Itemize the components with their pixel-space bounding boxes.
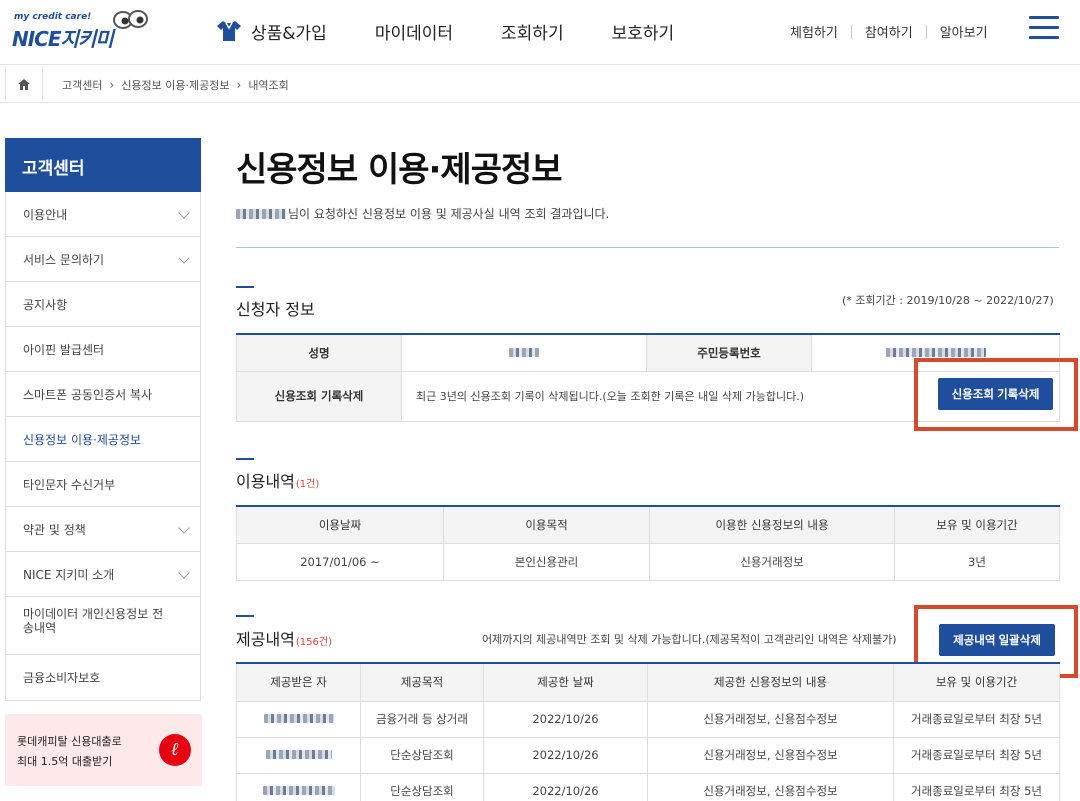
provision-header: 제공한 날짜 xyxy=(483,662,648,702)
sidebar-title: 고객센터 xyxy=(5,138,201,192)
rrn-label: 주민등록번호 xyxy=(646,333,812,372)
provision-header: 보유 및 이용기간 xyxy=(893,662,1060,702)
divider xyxy=(850,24,852,39)
gnb-protect[interactable]: 보호하기 xyxy=(612,19,675,44)
divider xyxy=(236,247,1059,248)
usage-section-title: 이용내역(1건) xyxy=(236,472,320,491)
table-row: 2017/01/06 ~ 본인신용관리 신용거래정보 3년 xyxy=(236,542,1060,581)
util-experience[interactable]: 체험하기 xyxy=(790,22,838,41)
provision-note: 어제까지의 제공내역만 조회 및 삭제 가능합니다.(제공목적이 고객관리인 내… xyxy=(482,633,897,646)
redacted-rrn xyxy=(885,347,986,357)
sidebar-item-notice[interactable]: 공지사항 xyxy=(6,282,200,327)
gnb-inquiry[interactable]: 조회하기 xyxy=(501,19,564,44)
breadcrumb-customer-center[interactable]: 고객센터 xyxy=(62,77,102,93)
section-marker xyxy=(236,458,254,460)
chevron-down-icon xyxy=(178,567,190,579)
utility-links: 체험하기 참여하기 알아보기 xyxy=(790,22,988,41)
breadcrumb-credit-info[interactable]: 신용정보 이용·제공정보 xyxy=(121,77,229,93)
usage-table: 이용날짜 이용목적 이용한 신용정보의 내용 보유 및 이용기간 2017/01… xyxy=(236,505,1060,581)
chevron-right-icon: › xyxy=(109,78,115,92)
provision-header: 제공한 신용정보의 내용 xyxy=(647,662,894,702)
name-value xyxy=(401,333,647,372)
logo-eyes-icon xyxy=(113,10,148,29)
chevron-down-icon xyxy=(178,522,190,534)
home-icon xyxy=(18,78,30,90)
section-marker xyxy=(236,286,254,288)
nice-jikimi-logo[interactable]: my credit care! NICE지키미 xyxy=(12,8,148,52)
lotte-logo-icon: ℓ xyxy=(159,734,191,766)
provision-header: 제공목적 xyxy=(360,662,484,702)
chevron-down-icon xyxy=(178,207,190,219)
query-period: (* 조회기간 : 2019/10/28 ~ 2022/10/27) xyxy=(842,294,1054,307)
gnb-mydata[interactable]: 마이데이터 xyxy=(375,19,453,44)
sidebar-menu: 이용안내 서비스 문의하기 공지사항 아이핀 발급센터 스마트폰 공동인증서 복… xyxy=(5,192,201,701)
breadcrumb-history[interactable]: 내역조회 xyxy=(248,77,288,93)
breadcrumb: 고객센터 › 신용정보 이용·제공정보 › 내역조회 xyxy=(0,66,1080,103)
site-header: my credit care! NICE지키미 상품&가입 마이데이터 조회하기… xyxy=(0,0,1080,65)
intro-text: 님이 요청하신 신용정보 이용 및 제공사실 내역 조회 결과입니다. xyxy=(236,205,609,222)
util-participate[interactable]: 참여하기 xyxy=(865,22,913,41)
sidebar-item-sms-block[interactable]: 타인문자 수신거부 xyxy=(6,462,200,507)
chevron-down-icon xyxy=(178,252,190,264)
delete-record-label: 신용조회 기록삭제 xyxy=(236,370,402,422)
usage-header: 이용날짜 xyxy=(236,505,444,544)
sidebar-item-guide[interactable]: 이용안내 xyxy=(6,192,200,237)
sidebar-item-cert-copy[interactable]: 스마트폰 공동인증서 복사 xyxy=(6,372,200,417)
page-title: 신용정보 이용·제공정보 xyxy=(236,150,563,190)
name-label: 성명 xyxy=(236,333,402,372)
global-nav: 상품&가입 마이데이터 조회하기 보호하기 xyxy=(215,16,722,46)
gnb-products[interactable]: 상품&가입 xyxy=(215,19,327,44)
highlight-box xyxy=(914,358,1078,431)
section-marker xyxy=(236,615,254,617)
home-button[interactable] xyxy=(5,66,43,102)
redacted-recipient xyxy=(262,786,335,795)
sidebar-item-about[interactable]: NICE 지키미 소개 xyxy=(6,552,200,597)
table-row: 금융거래 등 상거래 2022/10/26 신용거래정보, 신용점수정보 거래종… xyxy=(236,700,1060,738)
usage-header: 이용목적 xyxy=(443,505,650,544)
usage-header: 보유 및 이용기간 xyxy=(894,505,1060,544)
sidebar-item-service-inquiry[interactable]: 서비스 문의하기 xyxy=(6,237,200,282)
divider xyxy=(925,24,927,39)
promo-banner[interactable]: 롯데캐피탈 신용대출로 최대 1.5억 대출받기 ℓ xyxy=(5,714,202,786)
usage-header: 이용한 신용정보의 내용 xyxy=(649,505,895,544)
provision-header: 제공받은 자 xyxy=(236,662,361,702)
sidebar-item-consumer-protect[interactable]: 금융소비자보호 xyxy=(6,655,200,700)
sidebar-item-credit-info[interactable]: 신용정보 이용·제공정보 xyxy=(6,417,200,462)
redacted-recipient xyxy=(263,714,334,723)
table-row: 단순상담조회 2022/10/26 신용거래정보, 신용점수정보 거래종료일로부… xyxy=(236,736,1060,774)
shirt-icon xyxy=(217,21,241,41)
util-learn[interactable]: 알아보기 xyxy=(940,22,988,41)
table-row: 단순상담조회 2022/10/26 신용거래정보, 신용점수정보 거래종료일로부… xyxy=(236,772,1060,801)
chevron-right-icon: › xyxy=(236,78,242,92)
sidebar-item-ipin[interactable]: 아이핀 발급센터 xyxy=(6,327,200,372)
sidebar-item-mydata-history[interactable]: 마이데이터 개인신용정보 전송내역 xyxy=(6,597,200,655)
hamburger-menu-icon[interactable] xyxy=(1029,16,1059,40)
provision-section-title: 제공내역(156건) xyxy=(236,630,332,649)
sidebar-item-terms[interactable]: 약관 및 정책 xyxy=(6,507,200,552)
provision-table: 제공받은 자 제공목적 제공한 날짜 제공한 신용정보의 내용 보유 및 이용기… xyxy=(236,662,1060,801)
applicant-section-title: 신청자 정보 xyxy=(236,300,315,319)
redacted-name xyxy=(236,208,286,219)
redacted-recipient xyxy=(265,750,332,759)
redacted-name xyxy=(509,347,539,357)
